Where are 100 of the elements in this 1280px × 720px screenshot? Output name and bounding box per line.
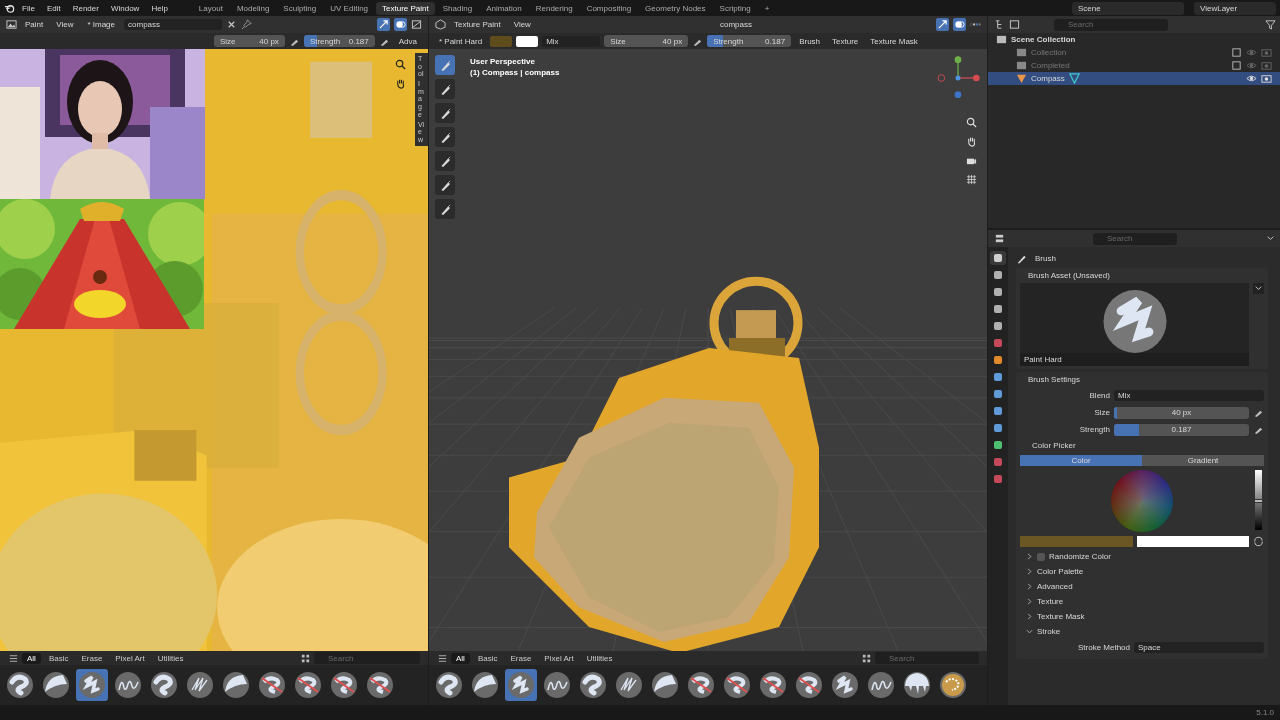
menu-dropdown[interactable]: Texture: [828, 35, 863, 47]
brush-thumbnail[interactable]: [40, 669, 72, 701]
menu-icon[interactable]: [437, 652, 448, 664]
brush-thumbnail[interactable]: [4, 669, 36, 701]
size-field[interactable]: Size 40 px: [604, 35, 689, 47]
add-workspace-button[interactable]: +: [758, 1, 776, 15]
scene-selector[interactable]: Scene: [1072, 1, 1184, 15]
brush-category-tab[interactable]: Utilities: [152, 652, 189, 664]
workspace-tab[interactable]: Layout: [192, 1, 229, 15]
hand-icon[interactable]: [966, 136, 977, 147]
brush-thumbnail[interactable]: [148, 669, 180, 701]
workspace-tab[interactable]: Rendering: [529, 1, 579, 15]
workspace-tab[interactable]: Texture Paint: [376, 1, 435, 15]
brush-thumbnail[interactable]: [220, 669, 252, 701]
section-header[interactable]: Stroke: [1016, 624, 1268, 639]
brush-thumbnail[interactable]: [364, 669, 396, 701]
mode-dropdown[interactable]: Paint: [21, 19, 48, 30]
menu-dropdown[interactable]: Brush: [795, 35, 825, 47]
menu-item[interactable]: File: [17, 3, 40, 13]
brush-thumbnail[interactable]: [469, 669, 501, 701]
brush-thumbnail[interactable]: [505, 669, 537, 701]
chevron-icon[interactable]: [1026, 568, 1033, 575]
workspace-tab[interactable]: Scripting: [713, 1, 757, 15]
workspace-tab[interactable]: Sculpting: [277, 1, 323, 15]
color-mode-tab[interactable]: Color: [1020, 455, 1142, 466]
image-name-field[interactable]: compass: [124, 19, 222, 30]
menu-item[interactable]: Window: [105, 3, 145, 13]
chevron-icon[interactable]: [1026, 598, 1033, 605]
grid-view-icon[interactable]: [300, 652, 311, 664]
display-icon[interactable]: [411, 19, 422, 30]
filter-icon[interactable]: [1265, 19, 1276, 30]
menu-item[interactable]: * Image: [82, 20, 120, 29]
brush-category-tab[interactable]: Basic: [43, 652, 74, 664]
properties-tab[interactable]: [990, 251, 1006, 265]
section-header[interactable]: Advanced: [1016, 579, 1268, 594]
brush-category-tab[interactable]: Pixel Art: [110, 652, 150, 664]
blender-logo-icon[interactable]: [4, 2, 15, 14]
editor-type-icon[interactable]: [6, 19, 17, 30]
color-mode-tab[interactable]: Gradient: [1142, 455, 1264, 466]
brush-thumbnail[interactable]: [793, 669, 825, 701]
brush-thumbnail[interactable]: [685, 669, 717, 701]
tree-item[interactable]: Compass: [988, 72, 1280, 85]
grid-icon[interactable]: [966, 174, 977, 185]
size-slider[interactable]: 40 px: [1114, 406, 1249, 419]
view-layer-selector[interactable]: ViewLayer: [1194, 1, 1276, 15]
mode-dropdown[interactable]: Texture Paint: [450, 19, 505, 30]
brush-category-tab[interactable]: Erase: [505, 652, 537, 664]
overlay-icon[interactable]: [394, 18, 407, 31]
brush-thumbnail[interactable]: [541, 669, 573, 701]
workspace-tab[interactable]: Animation: [480, 1, 528, 15]
tree-item[interactable]: Scene Collection: [988, 33, 1280, 46]
material-dropdown[interactable]: compass: [715, 19, 756, 30]
swap-icon[interactable]: [1253, 536, 1264, 547]
brush-thumbnail[interactable]: [292, 669, 324, 701]
menu-item[interactable]: Render: [67, 3, 104, 13]
brush-preset-dropdown[interactable]: * Paint Hard: [435, 35, 487, 47]
brush-thumbnail[interactable]: [433, 669, 465, 701]
brush-category-tab[interactable]: Utilities: [581, 652, 618, 664]
brush-thumbnail[interactable]: [184, 669, 216, 701]
menu-item[interactable]: Help: [146, 3, 173, 13]
blend-dropdown[interactable]: Mix: [542, 35, 601, 47]
brush-category-tab[interactable]: All: [451, 652, 470, 664]
chevron-icon[interactable]: [1026, 628, 1033, 635]
brush-thumbnail[interactable]: [613, 669, 645, 701]
workspace-tab[interactable]: Shading: [436, 1, 479, 15]
tool-button[interactable]: [435, 199, 455, 219]
blend-dropdown[interactable]: Mix: [1114, 390, 1264, 401]
value-slider[interactable]: [1255, 470, 1262, 530]
tool-button[interactable]: [435, 103, 455, 123]
stroke-method-dropdown[interactable]: Space: [1134, 642, 1264, 653]
brush-category-tab[interactable]: Pixel Art: [539, 652, 579, 664]
snap-icon[interactable]: [377, 18, 390, 31]
brush-category-tab[interactable]: Basic: [472, 652, 503, 664]
chevron-icon[interactable]: [1026, 583, 1033, 590]
editor-type-icon[interactable]: [435, 19, 446, 30]
brush-thumbnail[interactable]: [937, 669, 969, 701]
section-header[interactable]: Color Palette: [1016, 564, 1268, 579]
display-mode-icon[interactable]: [1009, 19, 1020, 30]
brush-thumbnail[interactable]: [577, 669, 609, 701]
workspace-tab[interactable]: Geometry Nodes: [639, 1, 712, 15]
brush-thumbnail[interactable]: [76, 669, 108, 701]
section-header[interactable]: Texture Mask: [1016, 609, 1268, 624]
strength-slider[interactable]: 0.187: [1114, 423, 1249, 436]
slider-handle[interactable]: [1254, 499, 1263, 503]
overlay-icon[interactable]: [953, 18, 966, 31]
snap-icon[interactable]: [936, 18, 949, 31]
brush-thumbnail[interactable]: [649, 669, 681, 701]
zoom-icon[interactable]: [395, 59, 406, 70]
panel-header[interactable]: Brush Asset (Unsaved): [1016, 268, 1268, 283]
size-field[interactable]: Size 40 px: [214, 35, 285, 47]
advanced-menu[interactable]: Adva: [393, 36, 422, 46]
color-swatch[interactable]: [1020, 536, 1133, 547]
menu-icon[interactable]: [8, 652, 19, 664]
brush-category-tab[interactable]: Erase: [76, 652, 108, 664]
brush-thumbnail[interactable]: [901, 669, 933, 701]
menu-item[interactable]: Edit: [41, 3, 66, 13]
hand-icon[interactable]: [395, 78, 406, 89]
brush-thumbnail[interactable]: [721, 669, 753, 701]
pin-icon[interactable]: [241, 19, 252, 30]
close-icon[interactable]: [226, 19, 237, 30]
